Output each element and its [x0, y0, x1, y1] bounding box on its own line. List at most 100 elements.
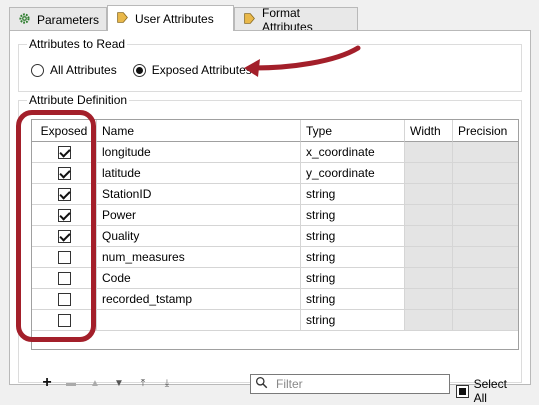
group-title: Attribute Definition — [27, 93, 130, 107]
tab-format-attributes[interactable]: Format Attributes — [234, 6, 358, 34]
width-cell — [405, 163, 453, 184]
name-cell[interactable]: Quality — [97, 226, 301, 247]
exposed-cell[interactable] — [32, 289, 97, 310]
table-row[interactable]: Power string — [32, 205, 518, 226]
name-cell[interactable]: longitude — [97, 142, 301, 163]
exposed-checkbox[interactable] — [57, 271, 71, 285]
add-row-icon[interactable]: + — [39, 374, 55, 391]
exposed-checkbox[interactable] — [57, 250, 71, 264]
exposed-cell[interactable] — [32, 226, 97, 247]
exposed-checkbox[interactable] — [57, 292, 71, 306]
type-cell[interactable]: y_coordinate — [301, 163, 405, 184]
exposed-checkbox[interactable] — [57, 145, 71, 159]
exposed-cell[interactable] — [32, 163, 97, 184]
exposed-cell[interactable] — [32, 205, 97, 226]
attribute-table: Exposed Name Type Width Precision longit… — [31, 119, 519, 350]
type-cell[interactable]: string — [301, 268, 405, 289]
type-cell[interactable]: x_coordinate — [301, 142, 405, 163]
filter-field[interactable] — [250, 374, 450, 394]
select-all-label: Select All — [473, 377, 507, 405]
name-cell[interactable]: StationID — [97, 184, 301, 205]
table-toolbar: + ▬ ▲ ▼ ⤒ ⤓ — [39, 374, 175, 391]
width-cell — [405, 142, 453, 163]
exposed-cell[interactable] — [32, 247, 97, 268]
remove-row-icon[interactable]: ▬ — [63, 375, 79, 391]
table-row[interactable]: Code string — [32, 268, 518, 289]
radio-exposed-attributes[interactable]: Exposed Attributes — [132, 63, 252, 77]
move-up-icon[interactable]: ▲ — [87, 375, 103, 391]
exposed-checkbox[interactable] — [57, 166, 71, 180]
radio-label: Exposed Attributes — [151, 63, 252, 77]
table-row[interactable]: recorded_tstamp string — [32, 289, 518, 310]
name-cell[interactable]: num_measures — [97, 247, 301, 268]
column-header-precision[interactable]: Precision — [453, 120, 518, 142]
name-cell[interactable]: Code — [97, 268, 301, 289]
column-header-width[interactable]: Width — [405, 120, 453, 142]
checkbox[interactable] — [456, 384, 469, 398]
radio-all-attributes[interactable]: All Attributes — [31, 63, 117, 77]
width-cell — [405, 226, 453, 247]
exposed-checkbox[interactable] — [57, 187, 71, 201]
filter-input[interactable] — [274, 376, 434, 392]
name-cell[interactable] — [97, 310, 301, 331]
select-all-checkbox[interactable]: Select All — [456, 377, 521, 405]
name-cell[interactable]: recorded_tstamp — [97, 289, 301, 310]
exposed-checkbox[interactable] — [57, 208, 71, 222]
precision-cell — [453, 247, 518, 268]
attribute-definition-group: Attribute Definition Exposed Name Type W… — [18, 93, 522, 405]
precision-cell — [453, 226, 518, 247]
width-cell — [405, 268, 453, 289]
exposed-cell[interactable] — [32, 268, 97, 289]
table-row[interactable]: StationID string — [32, 184, 518, 205]
radio-label: All Attributes — [50, 63, 117, 77]
type-cell[interactable]: string — [301, 310, 405, 331]
pentagon-arrow-icon — [116, 11, 129, 27]
column-header-exposed[interactable]: Exposed — [32, 120, 97, 142]
radio-button[interactable] — [132, 63, 146, 77]
move-down-icon[interactable]: ▼ — [111, 375, 127, 391]
gear-icon — [18, 12, 31, 28]
move-to-bottom-icon[interactable]: ⤓ — [159, 375, 175, 391]
precision-cell — [453, 268, 518, 289]
name-cell[interactable]: latitude — [97, 163, 301, 184]
tab-parameters[interactable]: Parameters — [9, 7, 107, 31]
column-header-name[interactable]: Name — [97, 120, 301, 142]
search-icon — [255, 376, 268, 392]
table-header: Exposed Name Type Width Precision — [32, 120, 518, 142]
column-header-type[interactable]: Type — [301, 120, 405, 142]
width-cell — [405, 184, 453, 205]
type-cell[interactable]: string — [301, 289, 405, 310]
table-row[interactable]: Quality string — [32, 226, 518, 247]
exposed-checkbox[interactable] — [57, 313, 71, 327]
precision-cell — [453, 184, 518, 205]
exposed-cell[interactable] — [32, 184, 97, 205]
table-row[interactable]: num_measures string — [32, 247, 518, 268]
exposed-checkbox[interactable] — [57, 229, 71, 243]
width-cell — [405, 289, 453, 310]
exposed-cell[interactable] — [32, 142, 97, 163]
precision-cell — [453, 310, 518, 331]
tab-user-attributes[interactable]: User Attributes — [107, 5, 234, 31]
precision-cell — [453, 205, 518, 226]
group-title: Attributes to Read — [27, 37, 128, 51]
table-row[interactable]: string — [32, 310, 518, 331]
width-cell — [405, 247, 453, 268]
type-cell[interactable]: string — [301, 247, 405, 268]
exposed-cell[interactable] — [32, 310, 97, 331]
type-cell[interactable]: string — [301, 184, 405, 205]
name-cell[interactable]: Power — [97, 205, 301, 226]
table-row[interactable]: latitude y_coordinate — [32, 163, 518, 184]
annotation-arrow-icon — [244, 45, 361, 77]
radio-button[interactable] — [31, 63, 44, 77]
tab-label: User Attributes — [135, 11, 214, 26]
type-cell[interactable]: string — [301, 226, 405, 247]
precision-cell — [453, 163, 518, 184]
user-attributes-panel: Attributes to Read All Attributes Expose… — [9, 30, 531, 405]
precision-cell — [453, 142, 518, 163]
move-to-top-icon[interactable]: ⤒ — [135, 375, 151, 391]
width-cell — [405, 205, 453, 226]
type-cell[interactable]: string — [301, 205, 405, 226]
table-row[interactable]: longitude x_coordinate — [32, 142, 518, 163]
precision-cell — [453, 289, 518, 310]
pentagon-arrow-icon — [243, 12, 256, 28]
